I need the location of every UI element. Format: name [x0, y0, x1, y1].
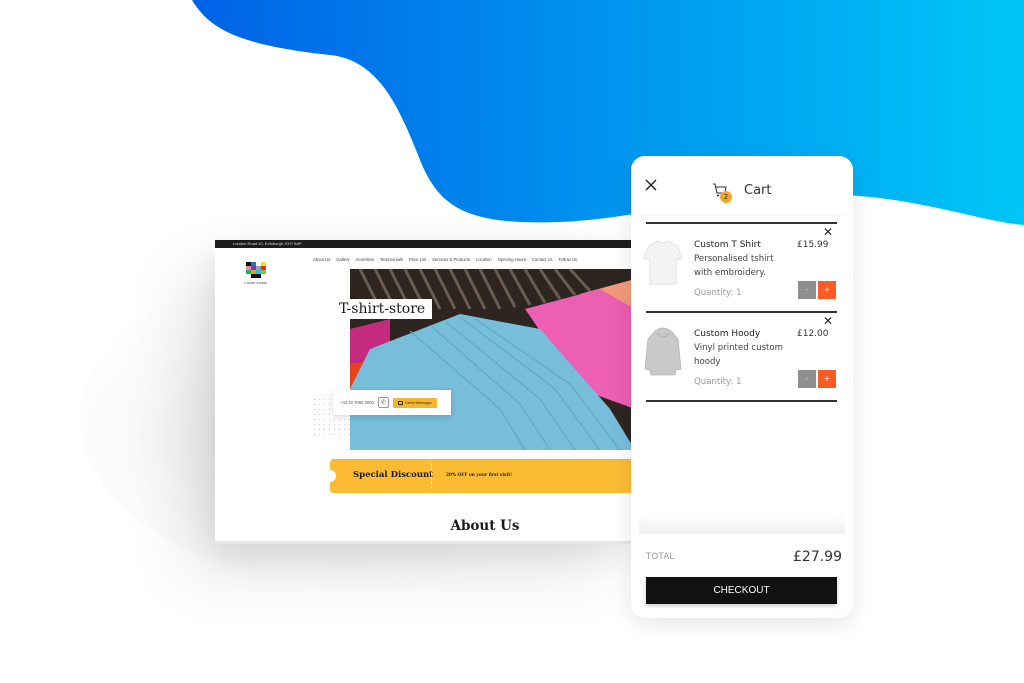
logo-mosaic-icon: [246, 262, 269, 278]
item-price: £15.99: [797, 240, 829, 250]
total-value: £27.99: [793, 549, 842, 565]
discount-label: Special Discount: [353, 470, 434, 480]
cart-title: Cart: [744, 183, 772, 198]
nav-amenities[interactable]: Amenities: [356, 257, 374, 262]
phone-number[interactable]: +44 20 7666 0000: [340, 400, 374, 405]
nav-gallery[interactable]: Gallery: [336, 257, 349, 262]
divider: [646, 400, 837, 402]
cart-count-badge: 2: [720, 191, 732, 203]
whatsapp-icon[interactable]: ✆: [377, 397, 389, 408]
send-message-button[interactable]: Send Message: [392, 397, 437, 408]
nav-services-products[interactable]: Services & Products: [432, 257, 470, 262]
item-quantity: Quantity: 1: [694, 288, 742, 298]
site-bottom-edge: [215, 541, 635, 544]
cart-item: ✕ Custom Hoody £12.00 Vinyl printed cust…: [639, 313, 845, 401]
cart-items-list: ✕ Custom T Shirt £15.99 Personalised tsh…: [639, 214, 845, 534]
hero-image-tshirts-on-rack: [350, 269, 635, 450]
site-nav: About Us Gallery Amenities Testimonials …: [313, 257, 577, 262]
item-name: Custom Hoody: [694, 329, 761, 339]
remove-item-icon[interactable]: ✕: [823, 315, 833, 327]
cart-item: ✕ Custom T Shirt £15.99 Personalised tsh…: [639, 224, 845, 312]
nav-testimonials[interactable]: Testimonials: [380, 257, 403, 262]
decrease-quantity-button[interactable]: -: [798, 370, 816, 388]
hero-title: T-shirt-store: [332, 299, 433, 319]
special-discount-banner: Special Discount 20% OFF on your first v…: [324, 459, 635, 493]
item-description: Personalised tshirt with embroidery.: [694, 254, 774, 278]
site-topbar: London Road 10, Edinburgh, EH7 5AP: [215, 240, 635, 248]
remove-item-icon[interactable]: ✕: [823, 226, 833, 238]
envelope-icon: [398, 400, 404, 405]
close-icon[interactable]: [644, 178, 658, 192]
item-quantity: Quantity: 1: [694, 377, 742, 387]
website-preview: London Road 10, Edinburgh, EH7 5AP T-SHI…: [215, 240, 635, 544]
item-description: Vinyl printed custom hoody: [694, 343, 784, 367]
logo-text: T-SHIRT STORE: [244, 281, 267, 285]
item-name: Custom T Shirt: [694, 240, 761, 250]
site-logo[interactable]: T-SHIRT STORE: [244, 262, 269, 286]
decrease-quantity-button[interactable]: -: [798, 281, 816, 299]
ticket-divider: [431, 463, 432, 489]
checkout-button[interactable]: CHECKOUT: [646, 577, 837, 604]
contact-card: +44 20 7666 0000 ✆ Send Message: [333, 390, 451, 415]
nav-price-list[interactable]: Price List: [409, 257, 426, 262]
item-price: £12.00: [797, 329, 829, 339]
hoody-thumbnail: [644, 327, 682, 376]
ticket-notch: [324, 470, 336, 482]
tshirt-thumbnail: [643, 240, 683, 285]
increase-quantity-button[interactable]: +: [818, 370, 836, 388]
cart-header: 2 Cart: [631, 156, 853, 214]
cart-panel: 2 Cart ✕ Custom T Shirt £15.99 Personali…: [631, 156, 853, 618]
nav-follow-us[interactable]: Follow Us: [559, 257, 577, 262]
about-us-heading: About Us: [450, 518, 520, 534]
increase-quantity-button[interactable]: +: [818, 281, 836, 299]
send-message-label: Send Message: [405, 400, 432, 405]
total-label: TOTAL: [646, 552, 675, 562]
nav-location[interactable]: Location: [476, 257, 492, 262]
discount-offer: 20% OFF on your first visit!: [446, 473, 512, 478]
nav-about-us[interactable]: About Us: [313, 257, 330, 262]
nav-opening-hours[interactable]: Opening Hours: [498, 257, 526, 262]
nav-contact-us[interactable]: Contact Us: [532, 257, 553, 262]
topbar-address: London Road 10, Edinburgh, EH7 5AP: [233, 241, 302, 246]
